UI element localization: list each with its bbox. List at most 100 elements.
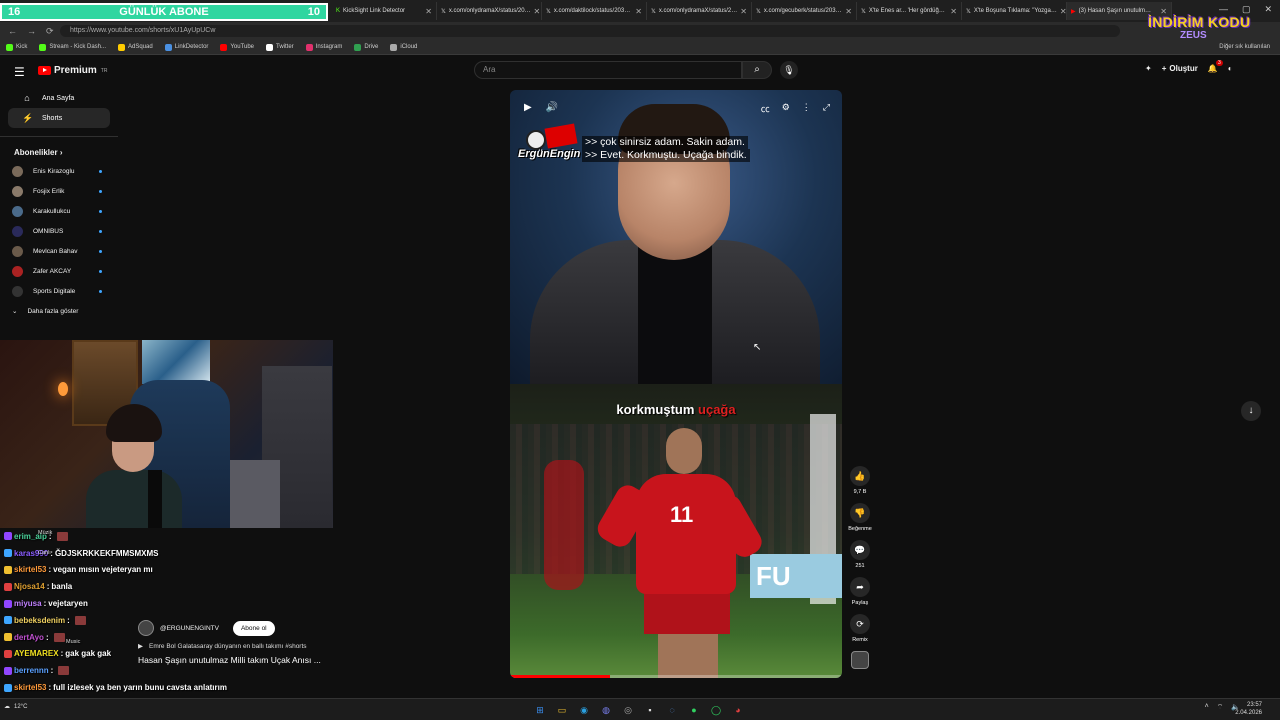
windows-start-icon[interactable]: ⊞ [532, 702, 548, 718]
video-progress-bar[interactable] [510, 675, 842, 678]
chat-username[interactable]: skirtel53 [14, 683, 46, 692]
chat-badge-icon [4, 549, 12, 558]
weather-widget[interactable]: ☁ 12°C [4, 703, 27, 711]
shorts-video-player[interactable]: ErgünEngin >> çok sinirsiz adam. Sakin a… [510, 90, 842, 678]
more-icon[interactable]: ⋮ [802, 102, 811, 115]
close-tab-icon[interactable]: ✕ [635, 7, 642, 16]
whatsapp-icon[interactable]: ◯ [708, 702, 724, 718]
network-icon[interactable]: ⌔ [1217, 703, 1224, 712]
browser-tab[interactable]: 𝕏x.com/daktilock/status/203… ✕ [542, 2, 647, 20]
subscription-item[interactable]: Enis Kirazoglu [0, 161, 118, 181]
browser-tab[interactable]: 𝕏 X'te Boşuna Tıklama: "Yozga… ✕ [962, 2, 1067, 20]
obs-icon[interactable]: ◌ [664, 702, 680, 718]
browser-tab[interactable]: 𝕏x.com/onlydramaX/status/2… ✕ [647, 2, 752, 20]
chat-separator: : [48, 565, 52, 575]
cast-icon[interactable]: ✦ [1145, 64, 1152, 73]
subscription-item[interactable]: Sports Digitale [0, 281, 118, 301]
music-label-2: Music [66, 639, 81, 645]
chevron-up-icon[interactable]: ˄ [1205, 703, 1209, 712]
channel-avatar[interactable] [851, 651, 869, 669]
bookmark-item[interactable]: Drive [354, 43, 378, 51]
avatar[interactable]: ◐ [1228, 64, 1233, 73]
voice-search-button[interactable]: 🎙 [780, 61, 798, 79]
sidebar-item-shorts[interactable]: ⚡ Shorts [8, 108, 110, 128]
volume-icon[interactable]: 🔊 [546, 102, 558, 113]
chat-username[interactable]: miyusa [14, 599, 42, 608]
discord-icon[interactable]: ◍ [598, 702, 614, 718]
bookmark-item[interactable]: YouTube [220, 43, 254, 51]
chat-username[interactable]: dertAyo [14, 633, 44, 642]
forward-icon[interactable]: → [27, 26, 36, 36]
chat-username[interactable]: Njosa14 [14, 582, 45, 591]
file-explorer-icon[interactable]: ▭ [554, 702, 570, 718]
bookmark-item[interactable]: AdSquad [118, 43, 153, 51]
app-icon[interactable]: ▪ [642, 702, 658, 718]
close-tab-icon[interactable]: ✕ [845, 7, 852, 16]
browser-tab[interactable]: 𝕏x.com/onlydramaX/status/20… ✕ [437, 2, 542, 20]
tab-label: (3) Hasan Şaşın unutulm… [1078, 8, 1151, 14]
bookmark-item[interactable]: Stream - Kick Dash... [39, 43, 106, 51]
chat-badge-icon [4, 683, 12, 692]
chat-username[interactable]: bebeksdenim [14, 616, 65, 625]
close-tab-icon[interactable]: ✕ [1060, 7, 1066, 16]
chrome-icon[interactable]: ◕ [730, 702, 746, 718]
menu-icon[interactable]: ☰ [14, 65, 25, 79]
close-tab-icon[interactable]: ✕ [950, 7, 957, 16]
subscription-item[interactable]: Fosjix Erlik [0, 181, 118, 201]
subscription-item[interactable]: Karakullukcu [0, 201, 118, 221]
chat-username[interactable]: AYEMAREX [14, 649, 59, 658]
browser-tab[interactable]: 𝕏x.com/gecuberk/status/203… ✕ [752, 2, 857, 20]
share-button[interactable]: ➦ Paylaş [846, 577, 874, 606]
reload-icon[interactable]: ⟳ [46, 26, 54, 37]
play-icon[interactable]: ▶ [524, 102, 532, 113]
bookmark-item[interactable]: Twitter [266, 43, 294, 51]
youtube-logo[interactable]: Premium TR [38, 65, 107, 76]
close-tab-icon[interactable]: ✕ [425, 7, 432, 16]
channel-avatar [12, 185, 23, 197]
search-input[interactable]: Ara [474, 61, 742, 79]
bookmarks-other[interactable]: Diğer sık kullanılan [1219, 44, 1270, 50]
back-icon[interactable]: ← [8, 26, 17, 36]
close-tab-icon[interactable]: ✕ [534, 7, 541, 16]
browser-tab[interactable]: 𝕏 X'te Enes ar... 'Her gördüğ… ✕ [857, 2, 962, 20]
create-button[interactable]: + Oluştur [1162, 64, 1198, 73]
notifications-button[interactable]: 🔔 3 [1208, 60, 1223, 73]
spotify-icon[interactable]: ● [686, 702, 702, 718]
edge-icon[interactable]: ◉ [576, 702, 592, 718]
url-field[interactable]: https://www.youtube.com/shorts/xU1AyUpUC… [60, 25, 1120, 37]
chat-username[interactable]: berrennn [14, 666, 49, 675]
watermark-text: ErgünEngin [518, 148, 581, 160]
subscription-item[interactable]: Zafer AKCAY [0, 261, 118, 281]
browser-tab[interactable]: K KickSight Link Detector ✕ [332, 2, 437, 20]
subscriptions-header[interactable]: Abonelikler › [0, 145, 118, 161]
short-title[interactable]: Hasan Şaşın unutulmaz Milli takım Uçak A… [138, 655, 508, 665]
channel-name[interactable]: @ERGUNENGINTV [160, 625, 219, 632]
steam-icon[interactable]: ◎ [620, 702, 636, 718]
music-row[interactable]: ▶ Emre Bol Galatasaray dünyanın en ballı… [138, 642, 508, 651]
bookmark-item[interactable]: LinkDetector [164, 43, 208, 51]
bookmark-item[interactable]: iCloud [390, 43, 417, 51]
channel-avatar[interactable] [138, 620, 154, 636]
subscription-item[interactable]: Mevlcan Bahav [0, 241, 118, 261]
chevron-right-icon: › [59, 148, 63, 157]
bookmark-item[interactable]: Kick [6, 43, 27, 51]
clock[interactable]: 23:57 2.04.2026 [1235, 701, 1262, 717]
dislike-button[interactable]: 👎 Beğenme [846, 503, 874, 532]
sidebar-item-ana-sayfa[interactable]: ⌂ Ana Sayfa [8, 88, 110, 108]
next-short-button[interactable]: ↓ [1241, 401, 1261, 421]
comments-button[interactable]: 💬 251 [846, 540, 874, 569]
settings-icon[interactable]: ⚙ [782, 102, 790, 115]
fullscreen-icon[interactable]: ⤢ [823, 102, 830, 115]
subscribe-button[interactable]: Abone ol [232, 620, 275, 636]
search-button[interactable]: ⌕ [742, 61, 772, 79]
remix-button[interactable]: ⟳ Remix [846, 614, 874, 643]
like-button[interactable]: 👍 9,7 B [846, 466, 874, 495]
weather-icon: ☁ [4, 704, 10, 710]
subscription-item[interactable]: OMNIBUS [0, 221, 118, 241]
captions-icon[interactable]: ㏄ [761, 102, 770, 115]
close-tab-icon[interactable]: ✕ [740, 7, 747, 16]
bookmark-item[interactable]: Instagram [305, 43, 342, 51]
chat-username[interactable]: skirtel53 [14, 565, 46, 574]
show-more-button[interactable]: ⌄ Daha fazla göster [0, 301, 118, 321]
close-icon[interactable]: ✕ [1264, 4, 1272, 15]
